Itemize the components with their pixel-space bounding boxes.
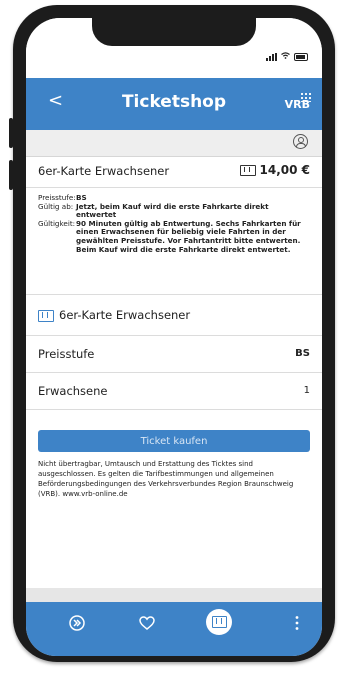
vrb-logo: VRB bbox=[284, 98, 310, 111]
erwachsene-row[interactable]: Erwachsene 1 bbox=[26, 373, 322, 410]
detail-value: 90 Minuten gültig ab Entwertung. Sechs F… bbox=[76, 218, 301, 254]
nav-gap bbox=[26, 588, 322, 602]
profile-bar bbox=[26, 130, 322, 157]
status-icons bbox=[266, 52, 308, 61]
ticket-summary: 6er-Karte Erwachsener 14,00 € bbox=[26, 157, 322, 188]
ticket-nav-button[interactable] bbox=[206, 609, 232, 635]
page-title: Ticketshop bbox=[121, 92, 227, 112]
ticket-name: 6er-Karte Erwachsener bbox=[38, 164, 170, 178]
detail-value: Jetzt, beim Kauf wird die erste Fahrkart… bbox=[76, 201, 269, 220]
swap-icon[interactable] bbox=[62, 614, 92, 644]
detail-row: Gültig ab: Jetzt, beim Kauf wird die ers… bbox=[38, 201, 310, 220]
preisstufe-row[interactable]: Preisstufe BS bbox=[26, 336, 322, 373]
terms-note: Nicht übertragbar, Umtausch und Erstattu… bbox=[38, 460, 294, 498]
phone-side-button bbox=[9, 160, 13, 190]
detail-label: Gültigkeit: bbox=[38, 218, 76, 228]
preisstufe-value: BS bbox=[295, 348, 310, 359]
app-header: < Ticketshop VRB bbox=[26, 78, 322, 130]
ticket-icon bbox=[239, 165, 256, 176]
ticket-type-text: 6er-Karte Erwachsener bbox=[59, 308, 191, 322]
detail-label: Gültig ab: bbox=[38, 201, 74, 211]
phone-side-button bbox=[9, 118, 13, 148]
buy-ticket-button[interactable]: Ticket kaufen bbox=[38, 430, 310, 452]
ticket-options: 6er-Karte Erwachsener Preisstufe BS Erwa… bbox=[26, 294, 322, 445]
ticket-type-label: 6er-Karte Erwachsener bbox=[38, 308, 190, 322]
wifi-icon bbox=[281, 52, 290, 61]
ticket-icon bbox=[38, 309, 54, 322]
ticket-price: 14,00 € bbox=[239, 163, 310, 177]
erwachsene-label: Erwachsene bbox=[38, 384, 108, 398]
status-bar bbox=[26, 18, 322, 78]
heart-icon[interactable] bbox=[132, 614, 162, 644]
bottom-nav bbox=[26, 602, 322, 656]
battery-icon bbox=[294, 52, 308, 61]
preisstufe-label: Preisstufe bbox=[38, 347, 95, 361]
more-icon[interactable] bbox=[282, 614, 312, 644]
app-screen: < Ticketshop VRB 6er-Karte Erwachsener 1… bbox=[26, 18, 322, 656]
detail-row: Gültigkeit: 90 Minuten gültig ab Entwert… bbox=[38, 218, 310, 254]
erwachsene-value: 1 bbox=[303, 385, 310, 396]
signal-icon bbox=[266, 52, 277, 61]
ticket-details: Preisstufe: BS Gültig ab: Jetzt, beim Ka… bbox=[38, 193, 310, 254]
ticket-icon bbox=[212, 616, 227, 628]
main-content: 6er-Karte Erwachsener 14,00 € Preisstufe… bbox=[26, 130, 322, 588]
ticket-type-row[interactable]: 6er-Karte Erwachsener bbox=[26, 295, 322, 336]
user-profile-icon[interactable] bbox=[293, 134, 308, 149]
ticket-price-value: 14,00 € bbox=[259, 163, 310, 177]
phone-notch bbox=[92, 18, 256, 46]
